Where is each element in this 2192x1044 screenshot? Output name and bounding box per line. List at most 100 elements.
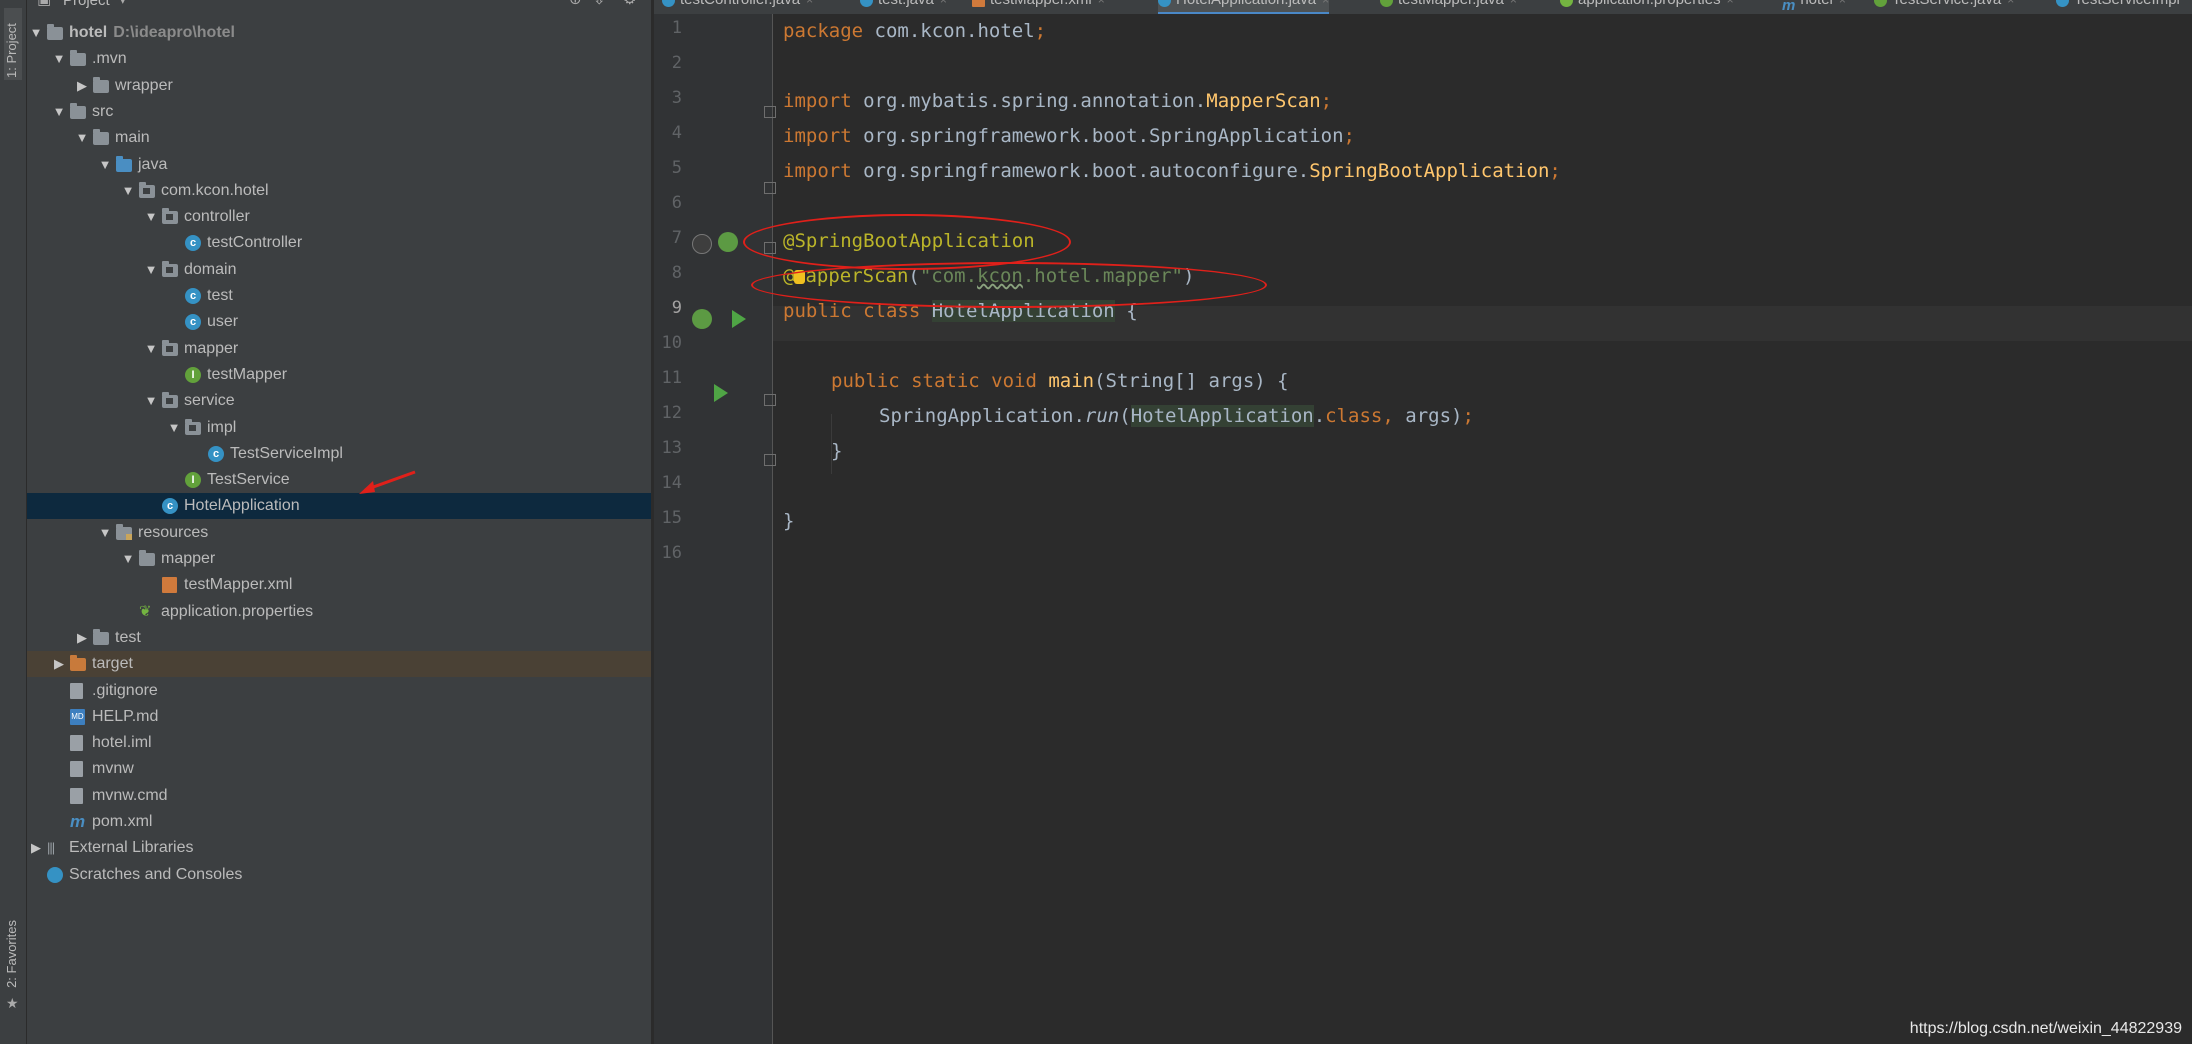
- tree-item[interactable]: ▶ wrapper: [27, 73, 651, 99]
- editor-tab[interactable]: application.properties ×: [1560, 0, 1734, 12]
- gear-icon[interactable]: ⚙: [623, 0, 636, 8]
- tree-item[interactable]: I TestService: [27, 467, 651, 493]
- tree-item[interactable]: ▼ hotel D:\ideapro\hotel: [27, 20, 651, 46]
- editor-tab[interactable]: testController.java ×: [662, 0, 813, 12]
- tree-item[interactable]: ▶ ||| External Libraries: [27, 835, 651, 861]
- tree-item[interactable]: ▶ test: [27, 625, 651, 651]
- run-main-icon[interactable]: [714, 384, 728, 402]
- expanded-arrow-icon[interactable]: ▼: [144, 388, 158, 414]
- tree-item-label: user: [207, 313, 239, 331]
- line-number: 7: [671, 228, 682, 248]
- line-number: 14: [661, 473, 682, 493]
- close-icon[interactable]: ×: [1098, 0, 1105, 7]
- tree-item[interactable]: ItestMapper: [27, 362, 651, 388]
- tree-item[interactable]: mvnw: [27, 756, 651, 782]
- tree-item[interactable]: c testController: [27, 230, 651, 256]
- class-icon: c: [208, 445, 224, 462]
- tree-item-label: resources: [138, 523, 209, 541]
- expanded-arrow-icon[interactable]: ▼: [29, 20, 43, 46]
- tree-item-label: wrapper: [115, 76, 173, 94]
- hide-icon[interactable]: –: [645, 0, 651, 7]
- expanded-arrow-icon[interactable]: ▼: [144, 257, 158, 283]
- tree-item[interactable]: ❦ application.properties: [27, 599, 651, 625]
- close-icon[interactable]: ×: [1510, 0, 1517, 7]
- close-icon[interactable]: ×: [940, 0, 947, 7]
- tree-item[interactable]: MD HELP.md: [27, 704, 651, 730]
- resources-folder-icon: [116, 523, 132, 540]
- tree-item[interactable]: ▼ src: [27, 99, 651, 125]
- spring-boot-gutter-icon[interactable]: [692, 309, 712, 329]
- expanded-arrow-icon[interactable]: ▼: [144, 204, 158, 230]
- tree-item[interactable]: ▼ mapper: [27, 336, 651, 362]
- tree-item[interactable]: c HotelApplication: [27, 493, 651, 520]
- folder-icon: [93, 129, 109, 146]
- locate-icon[interactable]: ⊕: [569, 0, 582, 8]
- tree-item-label: service: [184, 392, 235, 410]
- tool-window-strip: 1: Project 2: Favorites ★: [0, 0, 27, 1044]
- collapsed-arrow-icon[interactable]: ▶: [52, 651, 66, 677]
- tree-item[interactable]: c test: [27, 283, 651, 309]
- code-line-11: public static void main(String[] args) {: [831, 370, 1289, 392]
- editor-tab-label: hotel: [1800, 0, 1833, 8]
- editor-tab[interactable]: TestServiceImpl: [2056, 0, 2180, 12]
- close-icon[interactable]: ×: [2007, 0, 2014, 7]
- editor-tab[interactable]: mhotel ×: [1782, 0, 1846, 14]
- tree-item[interactable]: ▼ service: [27, 388, 651, 414]
- tree-item[interactable]: testMapper.xml: [27, 572, 651, 598]
- tree-item[interactable]: ▼ mapper: [27, 546, 651, 572]
- collapsed-arrow-icon[interactable]: ▶: [29, 835, 43, 861]
- expanded-arrow-icon[interactable]: ▼: [52, 46, 66, 72]
- expanded-arrow-icon[interactable]: ▼: [52, 99, 66, 125]
- tree-item[interactable]: ▶ target: [27, 651, 651, 678]
- tree-item[interactable]: mvnw.cmd: [27, 783, 651, 809]
- tree-item[interactable]: c user: [27, 309, 651, 335]
- tree-item[interactable]: ▼ domain: [27, 257, 651, 283]
- expanded-arrow-icon[interactable]: ▼: [75, 125, 89, 151]
- tree-item[interactable]: ▼ impl: [27, 415, 651, 441]
- close-icon[interactable]: ×: [806, 0, 813, 7]
- tree-item[interactable]: ▼ resources: [27, 520, 651, 546]
- tree-item[interactable]: c TestServiceImpl: [27, 441, 651, 467]
- tree-item-label: mvnw: [92, 760, 134, 778]
- line-number: 5: [671, 158, 682, 178]
- expanded-arrow-icon[interactable]: ▼: [144, 336, 158, 362]
- expanded-arrow-icon[interactable]: ▼: [121, 178, 135, 204]
- expanded-arrow-icon[interactable]: ▼: [167, 415, 181, 441]
- tree-item[interactable]: ▼ com.kcon.hotel: [27, 178, 651, 204]
- package-icon: [162, 339, 178, 356]
- editor-tab[interactable]: HotelApplication.java ×: [1158, 0, 1330, 14]
- expanded-arrow-icon[interactable]: ▼: [98, 520, 112, 546]
- tree-item[interactable]: hotel.iml: [27, 730, 651, 756]
- close-icon[interactable]: ×: [1839, 0, 1846, 7]
- search-icon[interactable]: [692, 234, 712, 254]
- editor-tab[interactable]: testMapper.xml ×: [972, 0, 1105, 12]
- editor-tab[interactable]: test.java ×: [860, 0, 947, 12]
- editor-tab[interactable]: testMapper.java ×: [1380, 0, 1517, 12]
- run-class-icon[interactable]: [732, 310, 746, 328]
- tree-item[interactable]: ▼ main: [27, 125, 651, 151]
- libraries-icon: |||: [47, 840, 55, 856]
- tree-item[interactable]: ▼ .mvn: [27, 46, 651, 72]
- folder-icon: [93, 628, 109, 645]
- close-icon[interactable]: ×: [1322, 0, 1329, 7]
- tree-item[interactable]: ▼ controller: [27, 204, 651, 230]
- project-tool-tab[interactable]: 1: Project: [4, 8, 22, 80]
- tree-item[interactable]: ▼ java: [27, 152, 651, 178]
- class-icon: c: [185, 235, 201, 252]
- collapse-all-icon[interactable]: ⇳: [593, 0, 606, 8]
- expanded-arrow-icon[interactable]: ▼: [98, 152, 112, 178]
- editor-tab[interactable]: TestService.java ×: [1874, 0, 2014, 12]
- tree-item[interactable]: .gitignore: [27, 678, 651, 704]
- chevron-down-icon[interactable]: ▾: [119, 0, 127, 8]
- tree-item[interactable]: m pom.xml: [27, 809, 651, 835]
- code-editor[interactable]: package com.kcon.hotel; import org.mybat…: [743, 14, 2192, 1044]
- tree-item[interactable]: Scratches and Consoles: [27, 862, 651, 888]
- spring-bean-icon[interactable]: [718, 232, 738, 252]
- collapsed-arrow-icon[interactable]: ▶: [75, 625, 89, 651]
- expanded-arrow-icon[interactable]: ▼: [121, 546, 135, 572]
- text-file-icon: [70, 735, 83, 752]
- project-panel-title[interactable]: Project: [63, 0, 110, 9]
- collapsed-arrow-icon[interactable]: ▶: [75, 73, 89, 99]
- close-icon[interactable]: ×: [1727, 0, 1734, 7]
- favorites-tool-tab[interactable]: 2: Favorites: [4, 920, 19, 988]
